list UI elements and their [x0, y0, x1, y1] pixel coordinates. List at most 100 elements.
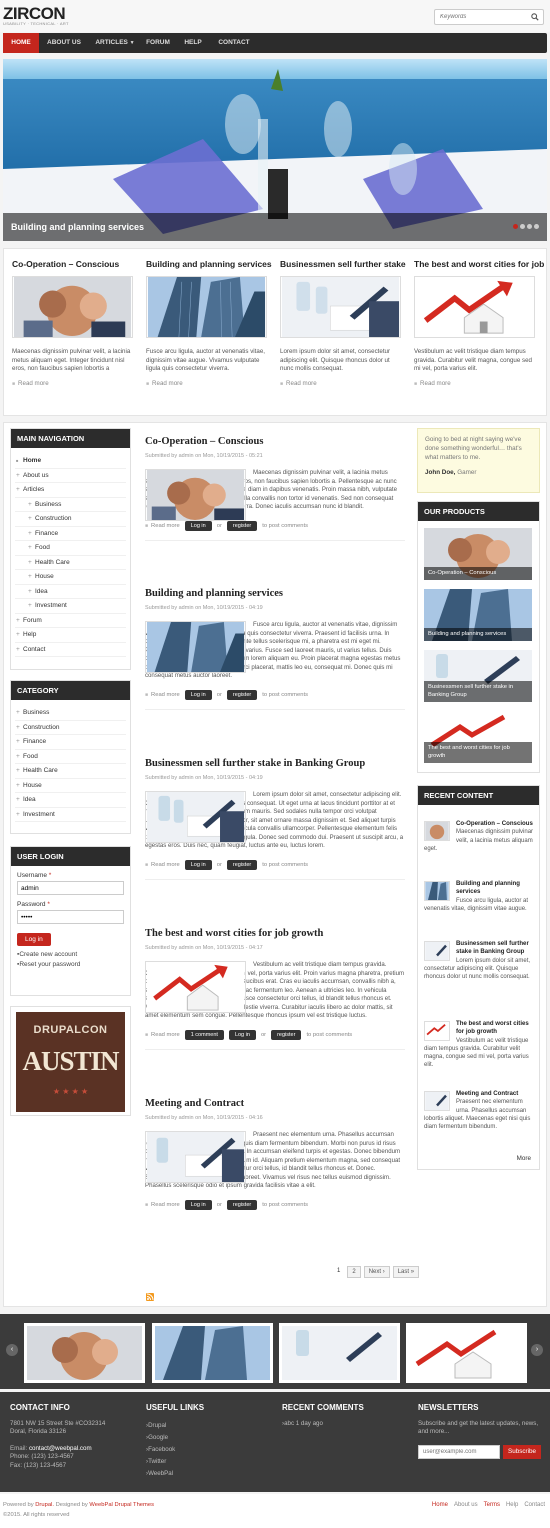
recent-title[interactable]: Businessmen sell further stake in Bankin…	[456, 940, 529, 955]
menu-item-business[interactable]: Business	[15, 498, 126, 512]
login-button[interactable]: Log in	[17, 933, 51, 946]
readmore-link[interactable]: Read more	[12, 380, 136, 387]
slider-dot[interactable]	[513, 224, 518, 229]
chevron-left-icon[interactable]: ‹	[6, 1344, 18, 1356]
carousel-item[interactable]	[24, 1323, 145, 1383]
readmore-link[interactable]: Read more	[145, 862, 180, 868]
recent-title[interactable]: Meeting and Contract	[456, 1090, 518, 1097]
footer-link[interactable]: Facebook	[146, 1444, 256, 1456]
menu-item-help[interactable]: Help	[15, 628, 126, 643]
login-link[interactable]: Log in	[184, 520, 212, 531]
more-link[interactable]: More	[517, 1155, 531, 1162]
product-item[interactable]: Businessmen sell further stake in Bankin…	[424, 650, 532, 702]
readmore-link[interactable]: Read more	[146, 380, 270, 387]
drupal-link[interactable]: Drupal.	[35, 1502, 54, 1508]
article-title[interactable]: The best and worst cities for job growth	[145, 928, 405, 939]
teamwork-image[interactable]	[145, 469, 246, 521]
pager-page[interactable]: 2	[347, 1266, 361, 1278]
menu-item-idea[interactable]: Idea	[15, 585, 126, 599]
footer-menu-about[interactable]: About us	[454, 1502, 478, 1508]
weebpal-link[interactable]: WeebPal Drupal Themes	[89, 1502, 154, 1508]
category-item[interactable]: Food	[15, 750, 126, 764]
featured-title[interactable]: Co-Operation – Conscious	[12, 259, 136, 273]
recent-title[interactable]: Co-Operation – Conscious	[456, 820, 533, 827]
create-account-link[interactable]: Create new account	[17, 951, 130, 958]
carousel-item[interactable]	[406, 1323, 527, 1383]
footer-menu-terms[interactable]: Terms	[484, 1502, 500, 1508]
category-item[interactable]: House	[15, 779, 126, 793]
email-link[interactable]: contact@weebpal.com	[29, 1445, 92, 1452]
menu-item-articles[interactable]: Articles	[15, 483, 126, 498]
footer-link[interactable]: WeebPal	[146, 1468, 256, 1480]
skyscraper-image[interactable]	[146, 276, 267, 338]
pager-next[interactable]: Next ›	[363, 1266, 390, 1278]
article-title[interactable]: Businessmen sell further stake in Bankin…	[145, 758, 405, 769]
menu-item-construction[interactable]: Construction	[15, 512, 126, 527]
search-icon[interactable]	[531, 13, 539, 21]
menu-item-about[interactable]: About us	[15, 469, 126, 483]
contract-thumb[interactable]	[424, 1091, 450, 1111]
featured-title[interactable]: The best and worst cities for job	[414, 259, 544, 273]
menu-item-house[interactable]: House	[15, 570, 126, 585]
category-item[interactable]: Idea	[15, 793, 126, 808]
password-field[interactable]	[17, 910, 124, 924]
footer-link[interactable]: Google	[146, 1432, 256, 1444]
menu-item-food[interactable]: Food	[15, 541, 126, 556]
readmore-link[interactable]: Read more	[145, 692, 180, 698]
readmore-link[interactable]: Read more	[145, 1202, 180, 1208]
carousel-item[interactable]	[152, 1323, 273, 1383]
nav-help[interactable]: HELP	[175, 33, 211, 53]
product-item[interactable]: Building and planning services	[424, 589, 532, 641]
search-input[interactable]	[435, 10, 525, 24]
skyscraper-thumb[interactable]	[424, 881, 450, 901]
comment-link[interactable]: abc 1 day ago	[282, 1420, 392, 1429]
product-item[interactable]: The best and worst cities for job growth	[424, 711, 532, 763]
drupalcon-ad[interactable]: DRUPALCON AUSTIN ★ ★ ★ ★	[10, 1006, 131, 1116]
meeting-image[interactable]	[280, 276, 401, 338]
featured-title[interactable]: Building and planning services	[146, 259, 272, 273]
footer-menu-help[interactable]: Help	[506, 1502, 518, 1508]
reset-password-link[interactable]: Reset your password	[17, 961, 130, 968]
teamwork-thumb[interactable]	[424, 821, 450, 841]
teamwork-image[interactable]	[12, 276, 133, 338]
login-link[interactable]: Log in	[228, 1029, 256, 1040]
chevron-right-icon[interactable]: ›	[531, 1344, 543, 1356]
category-item[interactable]: Finance	[15, 735, 126, 750]
menu-item-investment[interactable]: Investment	[15, 599, 126, 614]
nav-home[interactable]: HOME	[3, 33, 39, 53]
login-link[interactable]: Log in	[184, 1199, 212, 1210]
menu-item-forum[interactable]: Forum	[15, 614, 126, 628]
footer-menu-home[interactable]: Home	[432, 1502, 448, 1508]
featured-title[interactable]: Businessmen sell further stake	[280, 259, 406, 273]
product-item[interactable]: Co-Operation – Conscious	[424, 528, 532, 580]
meeting-image[interactable]	[145, 791, 246, 843]
carousel-item[interactable]	[279, 1323, 400, 1383]
footer-link[interactable]: Twitter	[146, 1456, 256, 1468]
footer-link[interactable]: Drupal	[146, 1420, 256, 1432]
register-link[interactable]: register	[226, 520, 258, 531]
menu-item-home[interactable]: Home	[15, 454, 126, 469]
footer-menu-contact[interactable]: Contact	[524, 1502, 545, 1508]
rss-icon[interactable]	[146, 1293, 154, 1301]
username-field[interactable]	[17, 881, 124, 895]
meeting-thumb[interactable]	[424, 941, 450, 961]
subscribe-button[interactable]: Subscribe	[503, 1444, 542, 1459]
growth-chart-thumb[interactable]	[424, 1021, 450, 1041]
menu-item-contact[interactable]: Contact	[15, 643, 126, 657]
category-item[interactable]: Business	[15, 706, 126, 721]
register-link[interactable]: register	[226, 1199, 258, 1210]
readmore-link[interactable]: Read more	[414, 380, 538, 387]
register-link[interactable]: register	[226, 689, 258, 700]
pager-last[interactable]: Last »	[392, 1266, 420, 1278]
register-link[interactable]: register	[271, 1029, 302, 1040]
comments-link[interactable]: 1 comment	[184, 1029, 224, 1040]
nav-contact[interactable]: CONTACT	[211, 33, 257, 53]
readmore-link[interactable]: Read more	[145, 523, 180, 529]
slider-dot[interactable]	[520, 224, 525, 229]
login-link[interactable]: Log in	[184, 689, 212, 700]
growth-chart-image[interactable]	[414, 276, 535, 338]
login-link[interactable]: Log in	[184, 859, 212, 870]
slider-dot[interactable]	[527, 224, 532, 229]
skyscraper-image[interactable]	[145, 621, 246, 673]
contract-image[interactable]	[145, 1131, 246, 1183]
